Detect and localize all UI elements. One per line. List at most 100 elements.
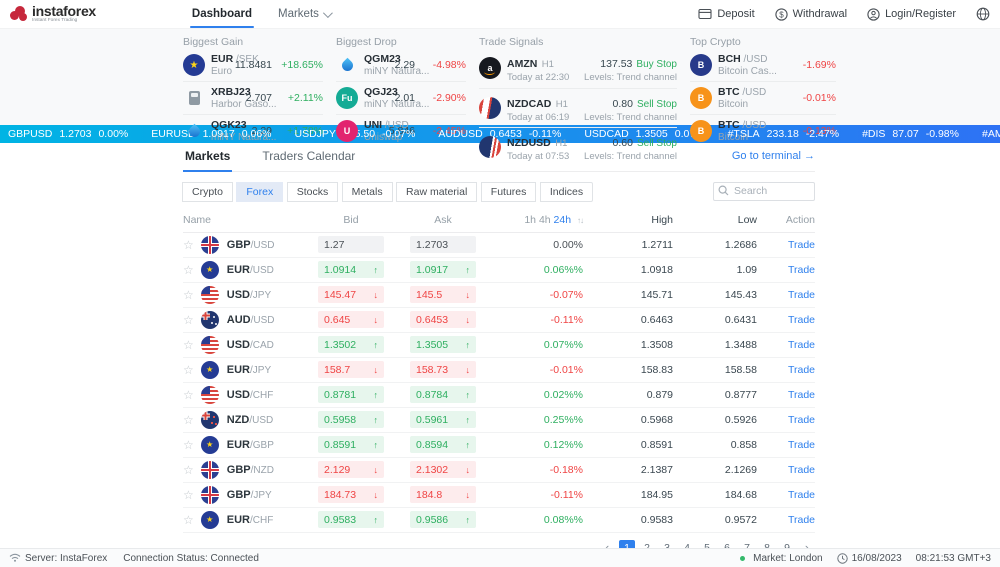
- period-options[interactable]: 1h 4h: [524, 214, 550, 226]
- wifi-icon: [9, 553, 21, 563]
- filter-pill[interactable]: Futures: [481, 182, 537, 202]
- signal-item[interactable]: a AMZN H1 Today at 22:30 137.53Buy Stop …: [479, 49, 677, 88]
- go-to-terminal-link[interactable]: Go to terminal →: [732, 150, 815, 171]
- ticker-symbol: AUDUSD: [438, 128, 482, 140]
- ask-price[interactable]: 1.0917↑: [410, 261, 476, 278]
- trade-link[interactable]: Trade: [788, 464, 815, 476]
- bid-price[interactable]: 1.3502↑: [318, 336, 384, 353]
- deposit-button[interactable]: Deposit: [698, 8, 754, 20]
- favorite-star-icon[interactable]: [183, 314, 194, 326]
- filter-pill[interactable]: Stocks: [287, 182, 339, 202]
- filter-pill[interactable]: Forex: [236, 182, 283, 202]
- ticker-symbol: #AMZN: [982, 128, 1000, 140]
- trade-link[interactable]: Trade: [788, 289, 815, 301]
- trade-link[interactable]: Trade: [788, 339, 815, 351]
- high-value: 0.879: [593, 389, 673, 401]
- trade-link[interactable]: Trade: [788, 514, 815, 526]
- table-row: GBP/NZD 2.129↓ 2.1302↓ -0.18% 2.1387 2.1…: [183, 458, 815, 483]
- ask-price[interactable]: 0.8594↑: [410, 436, 476, 453]
- bid-price[interactable]: 1.0914↑: [318, 261, 384, 278]
- ask-price[interactable]: 158.73↓: [410, 361, 476, 378]
- sort-arrows-icon[interactable]: ↑↓: [577, 216, 583, 225]
- period-24h-selected[interactable]: 24h: [554, 214, 572, 226]
- signal-levels: Levels: Trend channel: [584, 72, 677, 83]
- crypto-item[interactable]: B BCH /USD Bitcoin Cas... -1.69%: [690, 49, 836, 81]
- asset-icon: U: [336, 120, 358, 142]
- nav-dashboard[interactable]: Dashboard: [192, 0, 252, 28]
- favorite-star-icon[interactable]: [183, 464, 194, 476]
- ask-price[interactable]: 1.2703: [410, 236, 476, 253]
- ask-price[interactable]: 2.1302↓: [410, 461, 476, 478]
- ask-price[interactable]: 145.5↓: [410, 286, 476, 303]
- trade-link[interactable]: Trade: [788, 439, 815, 451]
- asset-icon: [336, 54, 358, 76]
- nav-markets[interactable]: Markets: [278, 0, 330, 28]
- tab-markets[interactable]: Markets: [183, 143, 232, 171]
- bid-price[interactable]: 145.47↓: [318, 286, 384, 303]
- bid-price[interactable]: 0.8781↑: [318, 386, 384, 403]
- asset-price: 11.8481: [235, 59, 272, 71]
- trade-link[interactable]: Trade: [788, 414, 815, 426]
- bid-price[interactable]: 184.73↓: [318, 486, 384, 503]
- trade-link[interactable]: Trade: [788, 239, 815, 251]
- globe-icon: [976, 7, 990, 21]
- pair-base: USD: [227, 339, 250, 351]
- pair-base: USD: [227, 389, 250, 401]
- widget-title: Top Crypto: [690, 36, 836, 48]
- filter-pill[interactable]: Raw material: [396, 182, 477, 202]
- filter-pill[interactable]: Indices: [540, 182, 593, 202]
- drop-item[interactable]: Fu QGJ23 miNY Natura... 2.01 -2.90%: [336, 81, 466, 114]
- trade-link[interactable]: Trade: [788, 389, 815, 401]
- gain-item[interactable]: EUR /SEK Euro 11.8481 +18.65%: [183, 49, 323, 81]
- asset-change: +2.11%: [279, 92, 323, 104]
- trade-link[interactable]: Trade: [788, 264, 815, 276]
- ask-price[interactable]: 1.3505↑: [410, 336, 476, 353]
- favorite-star-icon[interactable]: [183, 489, 194, 501]
- trade-link[interactable]: Trade: [788, 489, 815, 501]
- bid-price[interactable]: 0.5958↑: [318, 411, 384, 428]
- crypto-name: Bitcoin Cas...: [718, 66, 777, 78]
- favorite-star-icon[interactable]: [183, 514, 194, 526]
- favorite-star-icon[interactable]: [183, 389, 194, 401]
- signal-item[interactable]: NZDCAD H1 Today at 06:19 0.80Sell Stop L…: [479, 88, 677, 128]
- tab-traders-calendar[interactable]: Traders Calendar: [260, 143, 357, 171]
- crypto-item[interactable]: B BTC /USD Bitcoin -0.01%: [690, 81, 836, 114]
- ask-price[interactable]: 0.6453↓: [410, 311, 476, 328]
- filter-pill[interactable]: Metals: [342, 182, 393, 202]
- favorite-star-icon[interactable]: [183, 239, 194, 251]
- withdrawal-button[interactable]: $ Withdrawal: [775, 8, 847, 21]
- language-selector[interactable]: [976, 7, 990, 21]
- high-value: 184.95: [593, 489, 673, 501]
- favorite-star-icon[interactable]: [183, 414, 194, 426]
- crypto-change: -1.69%: [792, 59, 836, 71]
- bid-price[interactable]: 1.27: [318, 236, 384, 253]
- filter-pill[interactable]: Crypto: [182, 182, 233, 202]
- favorite-star-icon[interactable]: [183, 264, 194, 276]
- bid-price[interactable]: 0.645↓: [318, 311, 384, 328]
- bid-price[interactable]: 158.7↓: [318, 361, 384, 378]
- trade-link[interactable]: Trade: [788, 314, 815, 326]
- bid-price[interactable]: 2.129↓: [318, 461, 384, 478]
- col-ask: Ask: [397, 214, 489, 226]
- ask-price[interactable]: 184.8↓: [410, 486, 476, 503]
- favorite-star-icon[interactable]: [183, 364, 194, 376]
- favorite-star-icon[interactable]: [183, 439, 194, 451]
- trade-signals-widget: Trade Signals a AMZN H1 Today at 22:30 1…: [479, 34, 677, 125]
- ask-price[interactable]: 0.8784↑: [410, 386, 476, 403]
- drop-item[interactable]: QGM23 miNY Natura... 2.29 -4.98%: [336, 49, 466, 81]
- ticker-change: 0.00%: [98, 128, 128, 140]
- brand-name: instaforex: [32, 4, 96, 18]
- bid-price[interactable]: 0.8591↑: [318, 436, 384, 453]
- signal-type: Buy Stop: [636, 59, 677, 70]
- pair-quote: /USD: [249, 415, 273, 426]
- favorite-star-icon[interactable]: [183, 289, 194, 301]
- bid-price[interactable]: 0.9583↑: [318, 511, 384, 528]
- ask-price[interactable]: 0.9586↑: [410, 511, 476, 528]
- trade-link[interactable]: Trade: [788, 364, 815, 376]
- price-direction-icon: ↓: [374, 315, 379, 325]
- ask-price[interactable]: 0.5961↑: [410, 411, 476, 428]
- gain-item[interactable]: XRBJ23 Harbor Gaso... 2.707 +2.11%: [183, 81, 323, 114]
- brand-logo[interactable]: instaforex Instant Forex Trading: [10, 4, 96, 24]
- login-register-button[interactable]: Login/Register: [867, 8, 956, 21]
- favorite-star-icon[interactable]: [183, 339, 194, 351]
